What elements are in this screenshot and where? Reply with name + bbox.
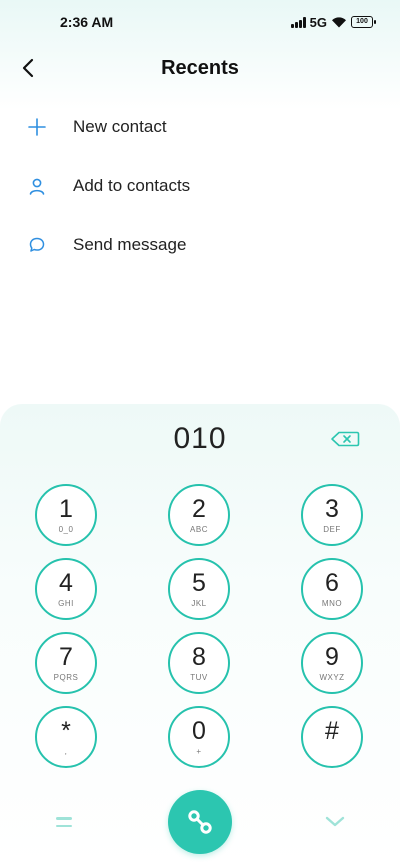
dialer-menu-button[interactable] — [52, 810, 76, 834]
key-digit: 7 — [59, 643, 73, 671]
add-to-contacts-item[interactable]: Add to contacts — [0, 156, 400, 215]
key-letters: , — [64, 747, 68, 756]
key-7[interactable]: 7 PQRS — [35, 632, 97, 694]
key-6[interactable]: 6 MNO — [301, 558, 363, 620]
key-4[interactable]: 4 GHI — [35, 558, 97, 620]
key-digit: 1 — [59, 495, 73, 523]
dialer-panel: 010 1 0_0 2 ABC 3 DEF 4 GHI 5 JKL 6 MNO … — [0, 404, 400, 866]
key-digit: 6 — [325, 569, 339, 597]
wifi-icon — [332, 17, 346, 28]
backspace-icon — [331, 431, 360, 447]
person-icon — [24, 173, 50, 199]
key-digit: 2 — [192, 495, 206, 523]
key-letters: JKL — [191, 599, 207, 608]
chat-bubble-icon — [24, 232, 50, 258]
new-contact-item[interactable]: New contact — [0, 97, 400, 156]
send-message-item[interactable]: Send message — [0, 215, 400, 274]
send-message-label: Send message — [73, 234, 187, 254]
key-letters: PQRS — [53, 673, 79, 682]
header: Recents — [0, 44, 400, 92]
equals-icon — [56, 817, 72, 820]
action-list: New contact Add to contacts Send message — [0, 97, 400, 274]
key-letters: MNO — [321, 599, 343, 608]
key-star[interactable]: * , — [35, 706, 97, 768]
network-label: 5G — [309, 14, 327, 30]
status-bar: 2:36 AM 5G 100 — [0, 0, 400, 44]
key-letters: GHI — [58, 599, 74, 608]
key-digit: 3 — [325, 495, 339, 523]
chevron-left-icon — [22, 58, 34, 78]
key-3[interactable]: 3 DEF — [301, 484, 363, 546]
key-0[interactable]: 0 + — [168, 706, 230, 768]
status-time: 2:36 AM — [60, 14, 114, 30]
key-digit: 0 — [192, 717, 206, 745]
page-title: Recents — [161, 56, 239, 79]
key-digit: 5 — [192, 569, 206, 597]
status-icons: 5G 100 — [290, 14, 376, 30]
collapse-keypad-button[interactable] — [322, 810, 348, 834]
key-2[interactable]: 2 ABC — [168, 484, 230, 546]
key-letters: TUV — [190, 673, 208, 682]
key-letters: 0_0 — [58, 525, 74, 534]
call-button[interactable] — [168, 790, 232, 854]
battery-icon: 100 — [351, 16, 376, 28]
dialer-bottom-bar — [0, 790, 400, 854]
key-digit: 9 — [325, 643, 339, 671]
key-digit: # — [325, 717, 339, 745]
chevron-down-icon — [325, 816, 345, 827]
key-hash[interactable]: # — [301, 706, 363, 768]
backspace-button[interactable] — [330, 431, 360, 447]
key-5[interactable]: 5 JKL — [168, 558, 230, 620]
plus-icon — [24, 114, 50, 140]
key-letters: DEF — [323, 525, 341, 534]
key-digit: 4 — [59, 569, 73, 597]
key-letters: WXYZ — [319, 673, 345, 682]
phone-icon — [188, 810, 212, 834]
key-digit: 8 — [192, 643, 206, 671]
key-1[interactable]: 1 0_0 — [35, 484, 97, 546]
signal-icon — [290, 16, 306, 28]
key-letters: ABC — [190, 525, 208, 534]
new-contact-label: New contact — [73, 116, 167, 136]
key-9[interactable]: 9 WXYZ — [301, 632, 363, 694]
key-8[interactable]: 8 TUV — [168, 632, 230, 694]
key-letters: + — [196, 747, 202, 756]
key-digit: * — [61, 717, 71, 745]
back-button[interactable] — [14, 54, 42, 82]
add-to-contacts-label: Add to contacts — [73, 175, 191, 195]
